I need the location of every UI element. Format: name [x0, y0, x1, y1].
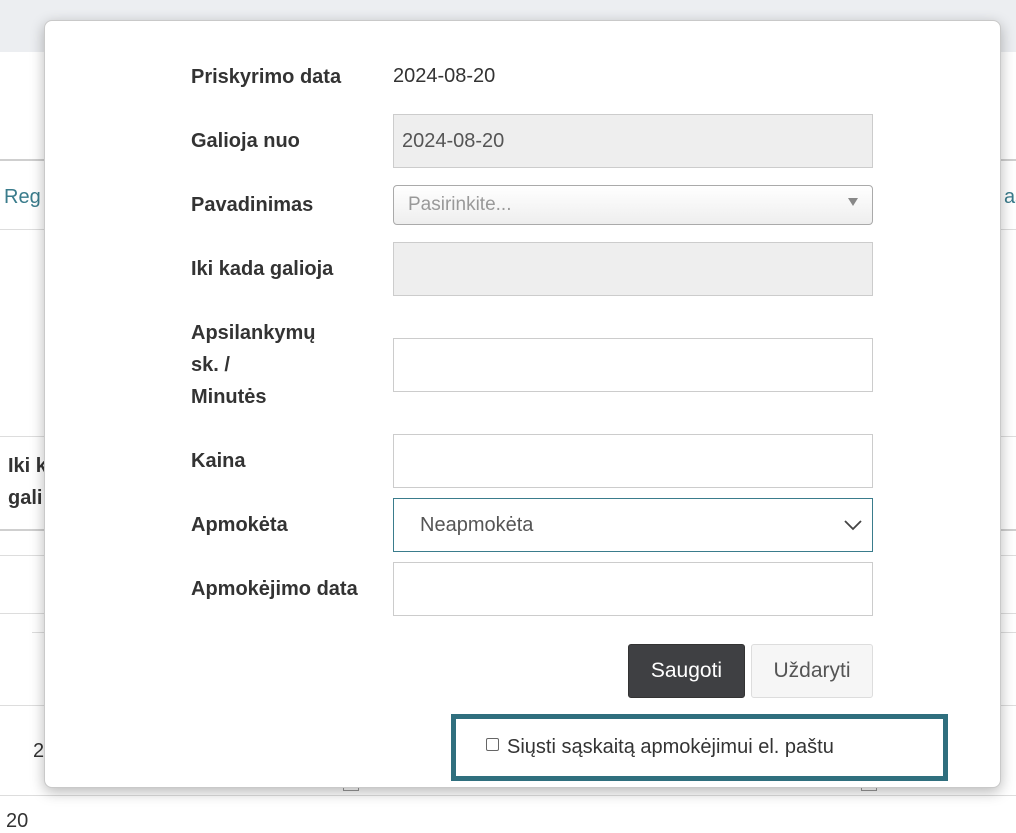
visits-input[interactable]: [393, 338, 873, 392]
send-invoice-email-option[interactable]: Siųsti sąskaitą apmokėjimui el. paštu: [451, 714, 948, 781]
divider: [0, 795, 1016, 796]
name-select[interactable]: Pasirinkite...: [393, 185, 873, 225]
payment-date-label: Apmokėjimo data: [191, 578, 358, 600]
paid-label: Apmokėta: [191, 514, 288, 536]
assign-date-value: 2024-08-20: [393, 65, 496, 87]
visits-label-line: Apsilankymų: [191, 322, 316, 344]
bg-link-left[interactable]: Reg: [4, 186, 41, 209]
bg-link-right[interactable]: as: [1004, 186, 1016, 209]
name-select-placeholder: Pasirinkite...: [408, 194, 512, 215]
visits-label: Apsilankymų sk. / Minutės: [191, 317, 391, 413]
price-label: Kaina: [191, 450, 246, 472]
name-label: Pavadinimas: [191, 194, 314, 216]
bg-column-header-line2: gali: [8, 487, 43, 509]
visits-label-line: sk. /: [191, 354, 230, 376]
visits-label-line: Minutės: [191, 386, 267, 408]
assign-date-label: Priskyrimo data: [191, 66, 342, 88]
bg-column-header-line1: Iki k: [8, 455, 47, 477]
valid-until-label: Iki kada galioja: [191, 258, 334, 280]
paid-selected-value: Neapmokėta: [420, 513, 534, 536]
save-button[interactable]: Saugoti: [628, 644, 745, 698]
assign-modal: Priskyrimo data 2024-08-20 Galioja nuo 2…: [44, 20, 1001, 788]
triangle-down-icon: [848, 198, 858, 206]
valid-from-field[interactable]: 2024-08-20: [393, 114, 873, 168]
close-button[interactable]: Uždaryti: [751, 644, 873, 698]
price-input[interactable]: [393, 434, 873, 488]
valid-from-label: Galioja nuo: [191, 130, 300, 152]
paid-select[interactable]: Neapmokėta: [393, 498, 873, 552]
chevron-down-icon: [844, 520, 862, 531]
payment-date-input[interactable]: [393, 562, 873, 616]
valid-from-value: 2024-08-20: [402, 129, 505, 152]
valid-until-field[interactable]: [393, 242, 873, 296]
send-invoice-email-checkbox[interactable]: [486, 738, 499, 751]
bg-row-value: 2: [33, 740, 45, 762]
send-invoice-email-label[interactable]: Siųsti sąskaitą apmokėjimui el. paštu: [507, 736, 834, 759]
